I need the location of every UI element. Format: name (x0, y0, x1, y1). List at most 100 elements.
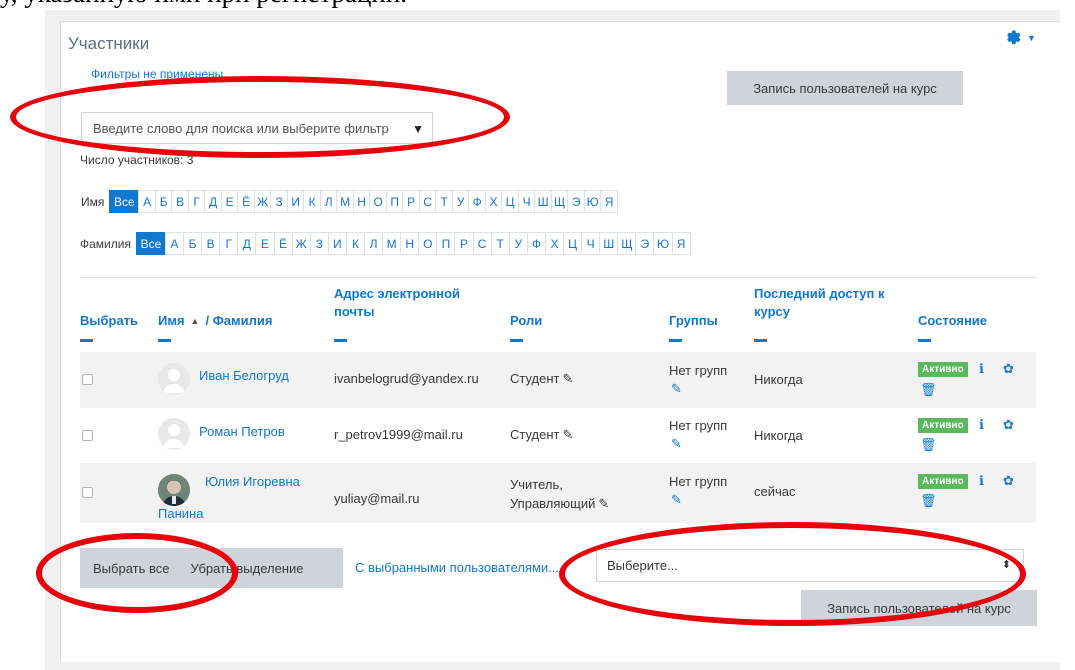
first-name-initial-letter[interactable]: М (336, 190, 354, 213)
last-name-initial-letter[interactable]: Ф (526, 232, 546, 255)
last-name-initial-letter[interactable]: В (201, 232, 221, 255)
search-filter-input[interactable]: Введите слово для поиска или выберите фи… (81, 112, 433, 144)
column-header-email[interactable]: Адрес электронной почты (334, 285, 460, 321)
last-name-initial-letter[interactable]: Х (544, 232, 565, 255)
first-name-initial-letter[interactable]: Ц (501, 190, 519, 213)
last-name-initial-letter[interactable]: Ш (599, 232, 619, 255)
column-header-last-access[interactable]: Последний доступ к курсу (754, 285, 885, 321)
edit-role-pencil-icon[interactable]: ✎ (563, 371, 574, 387)
first-name-initial-letter[interactable]: Ё (237, 190, 255, 213)
collapse-column-groups[interactable] (669, 339, 682, 342)
collapse-column-roles[interactable] (510, 339, 523, 342)
last-name-initial-letter[interactable]: Ч (581, 232, 601, 255)
collapse-column-last-access[interactable] (754, 339, 767, 342)
last-name-initial-letter[interactable]: Ё (273, 232, 293, 255)
last-name-initial-letter[interactable]: Ю (653, 232, 673, 255)
first-name-initial-letter[interactable]: Л (319, 190, 338, 213)
last-name-initial-letter[interactable]: Ц (563, 232, 583, 255)
collapse-column-email[interactable] (334, 339, 347, 342)
last-name-initial-letter[interactable]: Я (671, 232, 691, 255)
last-name-initial-letter[interactable]: К (345, 232, 365, 255)
participant-name-line2[interactable]: Панина (158, 506, 203, 521)
last-name-initial-letter[interactable]: Т (490, 232, 510, 255)
first-name-initial-letter[interactable]: У (451, 190, 470, 213)
column-header-status[interactable]: Состояние (918, 312, 987, 330)
trash-icon[interactable]: 🗑 (920, 437, 937, 453)
enrol-users-button-top[interactable]: Запись пользователей на курс (727, 71, 963, 105)
edit-groups-pencil-icon[interactable]: ✎ (671, 492, 682, 508)
last-name-initial-letter[interactable]: О (418, 232, 438, 255)
info-icon[interactable]: ℹ (979, 417, 984, 433)
column-header-roles[interactable]: Роли (510, 312, 542, 330)
last-name-initial-letter[interactable]: С (472, 232, 492, 255)
last-name-initial-letter[interactable]: П (436, 232, 456, 255)
last-name-initial-letter[interactable]: Е (255, 232, 275, 255)
last-name-initial-letter[interactable]: Щ (617, 232, 637, 255)
last-name-initial-letter[interactable]: Э (635, 232, 655, 255)
select-all-button[interactable]: Выбрать все (93, 561, 169, 576)
trash-icon[interactable]: 🗑 (920, 493, 937, 509)
collapse-column-select[interactable] (80, 339, 93, 342)
first-name-initial-letter[interactable]: З (270, 190, 288, 213)
first-name-initial-letter[interactable]: Ф (468, 190, 486, 213)
last-name-initial-letter[interactable]: Ж (291, 232, 311, 255)
first-name-initial-letter[interactable]: А (138, 190, 156, 213)
row-select-checkbox[interactable] (82, 487, 93, 498)
first-name-initial-letter[interactable]: В (171, 190, 189, 213)
first-name-initial-letter[interactable]: Ю (583, 190, 602, 213)
first-name-initial-letter[interactable]: Ш (534, 190, 552, 213)
first-name-initial-letter[interactable]: Р (402, 190, 420, 213)
last-name-initial-letter[interactable]: Б (183, 232, 203, 255)
deselect-all-button[interactable]: Убрать выделение (190, 561, 303, 576)
participant-name-link[interactable]: Роман Петров (199, 424, 285, 439)
last-name-initial-letter[interactable]: З (309, 232, 329, 255)
column-header-groups[interactable]: Группы (669, 312, 718, 330)
participant-name-link[interactable]: Иван Белогруд (199, 368, 289, 383)
first-name-initial-letter[interactable]: Б (154, 190, 173, 213)
edit-groups-pencil-icon[interactable]: ✎ (671, 436, 682, 452)
edit-groups-pencil-icon[interactable]: ✎ (671, 381, 682, 397)
last-name-initial-all[interactable]: Все (135, 232, 166, 255)
last-name-initial-letter[interactable]: Л (363, 232, 384, 255)
last-name-initial-letter[interactable]: Н (400, 232, 420, 255)
first-name-initial-letter[interactable]: Т (435, 190, 453, 213)
column-header-select[interactable]: Выбрать (80, 312, 138, 330)
last-name-initial-letter[interactable]: И (327, 232, 347, 255)
first-name-initial-letter[interactable]: Ж (253, 190, 272, 213)
first-name-initial-letter[interactable]: Щ (550, 190, 569, 213)
settings-menu[interactable]: ▼ (1003, 28, 1043, 48)
first-name-initial-letter[interactable]: Г (187, 190, 206, 213)
first-name-initial-letter[interactable]: Я (600, 190, 618, 213)
last-name-initial-letter[interactable]: Д (237, 232, 257, 255)
first-name-initial-letter[interactable]: И (286, 190, 305, 213)
first-name-initial-letter[interactable]: Н (352, 190, 371, 213)
collapse-column-name[interactable] (158, 339, 171, 342)
first-name-initial-letter[interactable]: Д (204, 190, 222, 213)
first-name-initial-all[interactable]: Все (109, 190, 140, 213)
collapse-column-status[interactable] (918, 339, 931, 342)
last-name-initial-letter[interactable]: Р (454, 232, 474, 255)
edit-role-pencil-icon[interactable]: ✎ (563, 427, 574, 443)
last-name-initial-letter[interactable]: У (508, 232, 528, 255)
first-name-initial-letter[interactable]: С (418, 190, 437, 213)
first-name-initial-letter[interactable]: Е (220, 190, 239, 213)
edit-role-pencil-icon[interactable]: ✎ (598, 496, 609, 512)
first-name-initial-letter[interactable]: Э (567, 190, 585, 213)
first-name-initial-letter[interactable]: Ч (517, 190, 536, 213)
first-name-initial-letter[interactable]: Х (484, 190, 503, 213)
participant-name-link[interactable]: Юлия Игоревна (205, 474, 300, 489)
bulk-action-select[interactable]: Выберите... ⬍ (596, 549, 1024, 582)
last-name-initial-letter[interactable]: Г (219, 232, 239, 255)
row-select-checkbox[interactable] (82, 430, 93, 441)
info-icon[interactable]: ℹ (979, 361, 984, 377)
sort-last-name-link[interactable]: / Фамилия (205, 312, 272, 330)
first-name-initial-letter[interactable]: П (385, 190, 404, 213)
first-name-initial-letter[interactable]: К (303, 190, 321, 213)
gear-icon[interactable]: ✿ (1003, 361, 1014, 377)
last-name-initial-letter[interactable]: М (382, 232, 402, 255)
last-name-initial-letter[interactable]: А (164, 232, 185, 255)
first-name-initial-letter[interactable]: О (369, 190, 387, 213)
sort-first-name-link[interactable]: Имя (158, 312, 185, 330)
gear-icon[interactable]: ✿ (1003, 417, 1014, 433)
trash-icon[interactable]: 🗑 (920, 382, 937, 398)
